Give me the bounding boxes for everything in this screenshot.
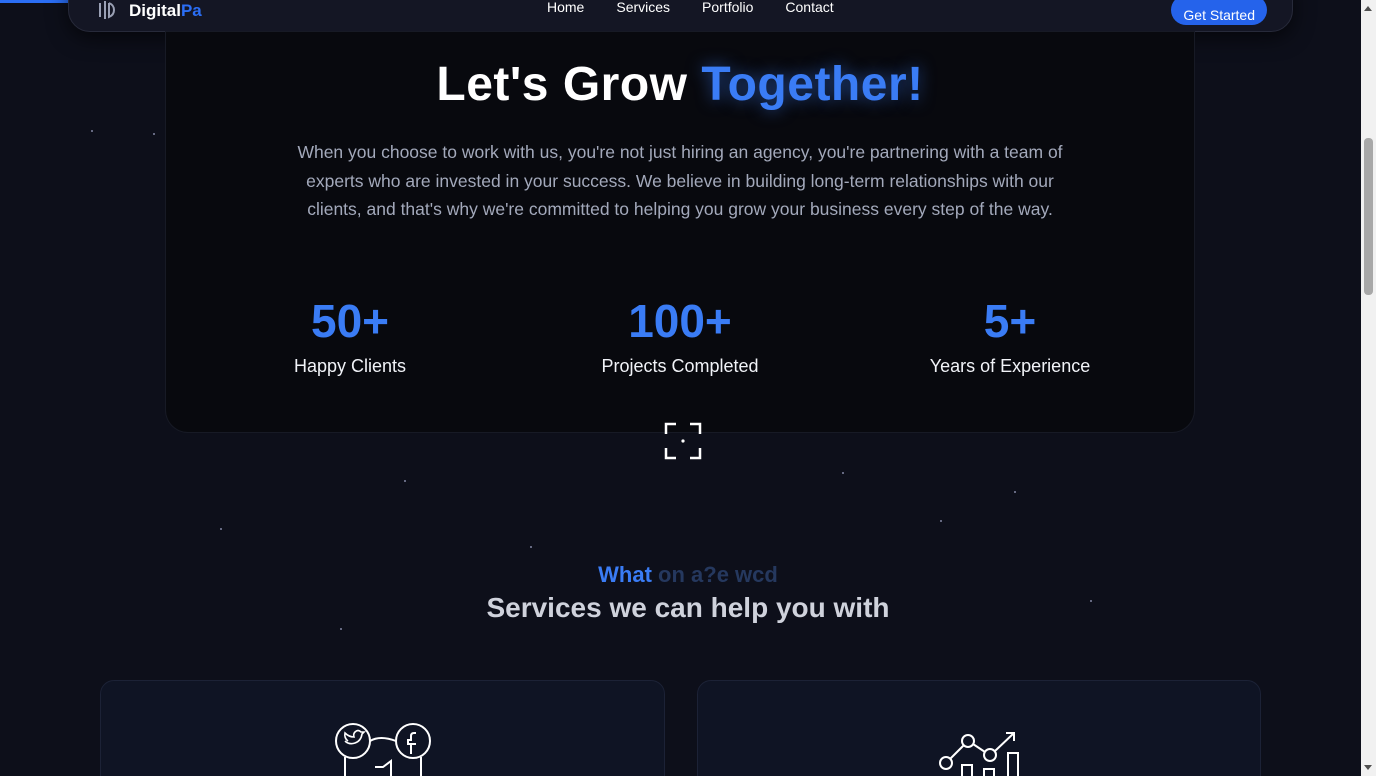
services-eyebrow: What on a?e wcd — [598, 562, 778, 587]
focus-icon[interactable] — [664, 422, 702, 460]
nav-link-services[interactable]: Services — [616, 0, 670, 15]
services-title: Services we can help you with — [486, 592, 890, 623]
service-card-social-media[interactable] — [100, 680, 665, 776]
stat-value: 5+ — [983, 295, 1037, 347]
hero-title: Let's Grow Together! — [436, 58, 924, 111]
social-media-icon — [335, 723, 431, 776]
logo[interactable]: DigitalPa — [95, 0, 202, 23]
stat-value: 100+ — [628, 295, 732, 347]
scroll-progress-bar — [0, 0, 68, 3]
stat-projects-completed: 100+ Projects Completed — [530, 294, 830, 377]
scrollbar[interactable] — [1361, 0, 1376, 776]
stat-years-experience: 5+ Years of Experience — [860, 294, 1160, 377]
get-started-button[interactable]: Get Started — [1171, 0, 1267, 25]
stat-label: Happy Clients — [293, 356, 407, 376]
growth-chart-icon — [939, 732, 1019, 776]
logo-icon — [99, 1, 116, 19]
service-card-growth[interactable] — [697, 680, 1261, 776]
navbar: DigitalPa Home Services Portfolio Contac… — [68, 0, 1293, 32]
nav-link-home[interactable]: Home — [547, 0, 584, 15]
hero-card: Let's Grow Together! When you choose to … — [166, 32, 1194, 432]
scroll-down-arrow-icon[interactable] — [1364, 765, 1372, 770]
stat-label: Years of Experience — [929, 356, 1091, 376]
nav-link-portfolio[interactable]: Portfolio — [702, 0, 753, 15]
scroll-thumb[interactable] — [1364, 138, 1373, 295]
hero-description: When you choose to work with us, you're … — [297, 142, 1063, 219]
scroll-up-arrow-icon[interactable] — [1364, 6, 1372, 11]
nav-links: Home Services Portfolio Contact — [547, 0, 834, 15]
stat-value: 50+ — [310, 295, 390, 347]
nav-link-contact[interactable]: Contact — [785, 0, 833, 15]
stat-label: Projects Completed — [601, 356, 759, 376]
stat-happy-clients: 50+ Happy Clients — [200, 294, 500, 377]
logo-text: DigitalPa — [129, 1, 202, 20]
